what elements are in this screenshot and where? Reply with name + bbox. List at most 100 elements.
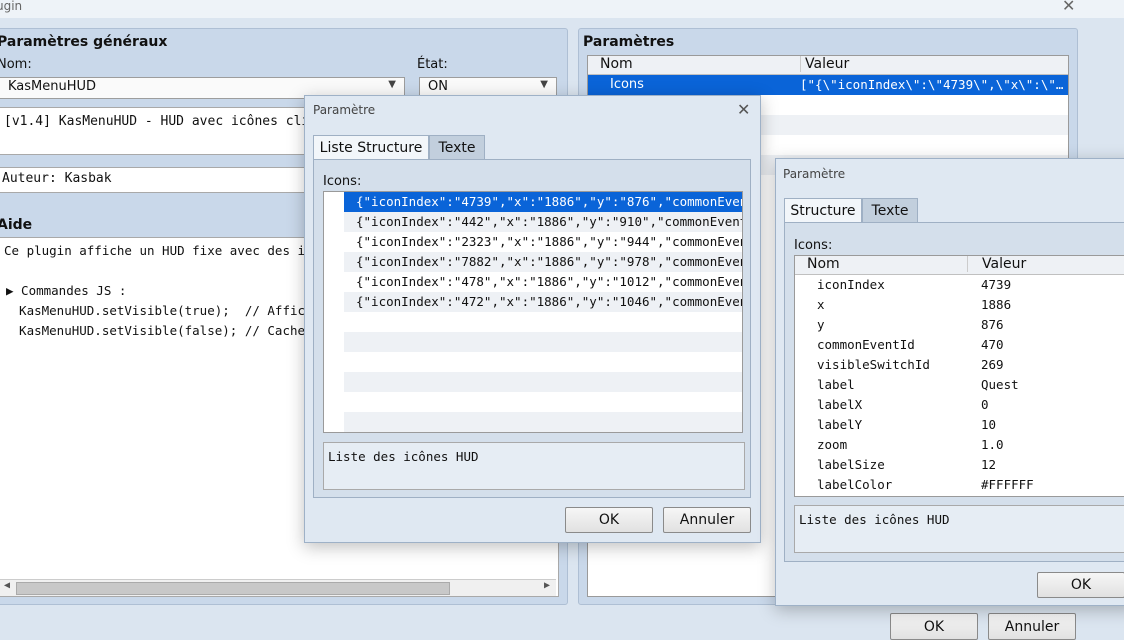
window-title: ugin xyxy=(0,0,23,13)
row-value: 1.0 xyxy=(981,437,1004,452)
structure-table: Nom Valeur iconIndex 4739 x 1886 y 876 commonE… xyxy=(794,255,1124,497)
arrow-left-icon[interactable]: ◀ xyxy=(4,580,10,591)
list-item-text: {"iconIndex":"4739","x":"1886","y":"876"… xyxy=(356,194,742,209)
help-line: ▶ Commandes JS : xyxy=(6,283,127,298)
row-value: 470 xyxy=(981,337,1004,352)
list-item-empty xyxy=(344,332,742,352)
table-row[interactable]: zoom 1.0 xyxy=(795,435,1124,455)
name-label: Nom: xyxy=(0,57,32,72)
params-header: Paramètres xyxy=(583,34,675,50)
list-item[interactable]: 1{"iconIndex":"4739","x":"1886","y":"876… xyxy=(344,192,742,212)
table-row[interactable]: y 876 xyxy=(795,315,1124,335)
list-label: Icons: xyxy=(794,238,833,253)
author-text: Auteur: Kasbak xyxy=(2,171,112,186)
chevron-down-icon: ▼ xyxy=(540,79,548,90)
row-name: labelY xyxy=(817,417,863,432)
row-value: 12 xyxy=(981,457,997,472)
title-bar: ugin ✕ xyxy=(0,0,1124,18)
dialog-description[interactable]: Liste des icônes HUD xyxy=(794,505,1124,553)
col-value-header[interactable]: Valeur xyxy=(800,56,849,72)
tab-structure[interactable]: Structure xyxy=(784,198,862,223)
row-value: Quest xyxy=(981,377,1019,392)
table-row[interactable]: commonEventId 470 xyxy=(795,335,1124,355)
scrollbar-thumb[interactable] xyxy=(16,582,450,595)
list-item-text: {"iconIndex":"472","x":"1886","y":"1046"… xyxy=(356,294,742,309)
structure-col-header: Nom Valeur xyxy=(795,256,1124,275)
tab-list-structure[interactable]: Liste Structure xyxy=(313,135,429,160)
main-cancel-button[interactable]: Annuler xyxy=(988,613,1076,640)
row-name: visibleSwitchId xyxy=(817,357,930,372)
list-item-empty xyxy=(344,372,742,392)
horizontal-scrollbar[interactable]: ◀ ▶ xyxy=(0,579,556,596)
row-name: iconIndex xyxy=(817,277,885,292)
dialog-cancel-button[interactable]: Annuler xyxy=(663,507,751,533)
row-name: x xyxy=(817,297,825,312)
description-text: Liste des icônes HUD xyxy=(328,449,479,464)
chevron-down-icon: ▼ xyxy=(388,79,396,90)
row-name: labelX xyxy=(817,397,863,412)
row-name: y xyxy=(817,317,825,332)
dialog-ok-button[interactable]: OK xyxy=(565,507,653,533)
list-item[interactable]: 3{"iconIndex":"2323","x":"1886","y":"944… xyxy=(344,232,742,252)
table-row[interactable]: label Quest xyxy=(795,375,1124,395)
row-name: labelColor xyxy=(817,477,893,492)
state-value: ON xyxy=(428,79,448,94)
param-dialog-structure: Paramètre Structure Texte Icons: Nom Val… xyxy=(775,158,1124,606)
tab-text[interactable]: Texte xyxy=(429,135,485,160)
row-value: 269 xyxy=(981,357,1004,372)
col-name-header[interactable]: Nom xyxy=(600,56,633,72)
row-value: 876 xyxy=(981,317,1004,332)
row-name: labelSize xyxy=(817,457,885,472)
list-label: Icons: xyxy=(323,174,362,189)
table-row[interactable]: x 1886 xyxy=(795,295,1124,315)
general-header: Paramètres généraux xyxy=(0,34,168,50)
list-item-text: {"iconIndex":"442","x":"1886","y":"910",… xyxy=(356,214,742,229)
description-text: Liste des icônes HUD xyxy=(799,512,950,527)
icons-list: 1{"iconIndex":"4739","x":"1886","y":"876… xyxy=(323,191,743,433)
dialog-title: Paramètre xyxy=(783,167,846,181)
list-item[interactable]: 4{"iconIndex":"7882","x":"1886","y":"978… xyxy=(344,252,742,272)
main-ok-button[interactable]: OK xyxy=(890,613,978,640)
table-row[interactable]: labelColor #FFFFFF xyxy=(795,475,1124,495)
help-line: KasMenuHUD.setVisible(false); // Cache l… xyxy=(4,323,343,338)
list-item-text: {"iconIndex":"478","x":"1886","y":"1012"… xyxy=(356,274,742,289)
row-value: 4739 xyxy=(981,277,1012,292)
row-value: #FFFFFF xyxy=(981,477,1034,492)
tab-text[interactable]: Texte xyxy=(862,198,918,223)
table-row[interactable]: Icons ["{\"iconIndex\":\"4739\",\"x\":\"… xyxy=(588,75,1068,95)
row-name: commonEventId xyxy=(817,337,915,352)
list-item-text: {"iconIndex":"7882","x":"1886","y":"978"… xyxy=(356,254,742,269)
list-item-empty xyxy=(344,412,742,432)
list-item-empty xyxy=(344,392,742,412)
list-item[interactable]: 7 xyxy=(344,312,742,332)
table-row[interactable]: labelSize 12 xyxy=(795,455,1124,475)
state-label: État: xyxy=(417,57,448,72)
table-row[interactable]: visibleSwitchId 269 xyxy=(795,355,1124,375)
row-value: 1886 xyxy=(981,297,1012,312)
tab-body: Icons: Nom Valeur iconIndex 4739 x 1886 y 876… xyxy=(784,222,1124,562)
table-row[interactable]: labelY 10 xyxy=(795,415,1124,435)
dialog-description[interactable]: Liste des icônes HUD xyxy=(323,442,745,490)
col-value-header[interactable]: Valeur xyxy=(967,256,1026,272)
name-value: KasMenuHUD xyxy=(8,79,97,94)
dialog-ok-button[interactable]: OK xyxy=(1037,572,1124,598)
list-item[interactable]: 5{"iconIndex":"478","x":"1886","y":"1012… xyxy=(344,272,742,292)
help-line: Ce plugin affiche un HUD fixe avec des i… xyxy=(4,243,343,258)
tab-body: Icons: 1{"iconIndex":"4739","x":"1886","… xyxy=(313,159,751,498)
line-number-gutter xyxy=(324,192,344,432)
row-name: zoom xyxy=(817,437,848,452)
close-icon[interactable]: ✕ xyxy=(737,100,750,119)
table-row[interactable]: labelX 0 xyxy=(795,395,1124,415)
help-header: Aide xyxy=(0,217,33,233)
row-name: Icons xyxy=(610,77,644,92)
table-row[interactable]: iconIndex 4739 xyxy=(795,275,1124,295)
row-value: 10 xyxy=(981,417,997,432)
col-name-header[interactable]: Nom xyxy=(807,256,840,272)
close-icon[interactable]: ✕ xyxy=(1062,0,1075,15)
list-item[interactable]: 2{"iconIndex":"442","x":"1886","y":"910"… xyxy=(344,212,742,232)
list-item-text: {"iconIndex":"2323","x":"1886","y":"944"… xyxy=(356,234,742,249)
dialog-title: Paramètre xyxy=(313,103,376,117)
arrow-right-icon[interactable]: ▶ xyxy=(544,580,550,591)
row-value: ["{\"iconIndex\":\"4739\",\"x\":\"… xyxy=(800,77,1064,92)
list-item[interactable]: 6{"iconIndex":"472","x":"1886","y":"1046… xyxy=(344,292,742,312)
